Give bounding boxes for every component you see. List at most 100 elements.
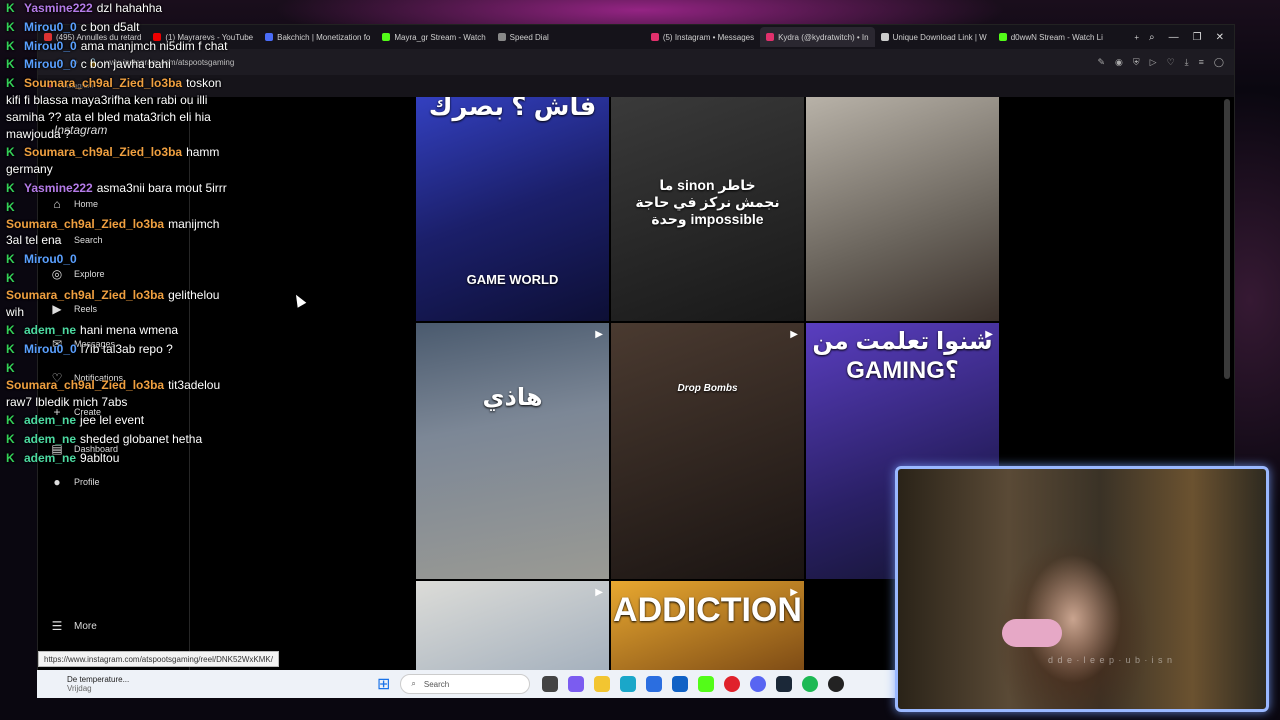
chat-username[interactable]: Soumara_ch9al_Zied_lo3ba [24,145,182,159]
ig-nav-label: Profile [74,477,100,487]
chat-username[interactable]: Mirou0_0 [24,20,77,34]
kick-badge-icon: K [6,19,15,34]
play-icon[interactable]: ▷ [1150,57,1157,68]
reel-icon: ▶ [595,329,603,340]
steam-icon[interactable] [776,676,793,692]
camera-icon[interactable]: ◉ [1115,57,1123,68]
kick-badge-icon: K [6,38,15,53]
chat-username[interactable]: Soumara_ch9al_Zied_lo3ba [6,378,164,392]
close-icon[interactable]: ✕ [1216,32,1224,43]
page-scrollbar[interactable] [1224,99,1230,379]
chat-username[interactable]: adem_ne [24,323,76,337]
new-tab-button[interactable]: + [1124,33,1149,42]
kick-badge-icon: K [6,270,15,285]
reel-caption: ما sinon خاطر نجمش نركز في حاجة وحدة imp… [635,177,780,227]
chat-username[interactable]: Mirou0_0 [24,39,77,53]
chat-username[interactable]: adem_ne [24,432,76,446]
chat-text: c bon jawha bahi [80,57,171,72]
reel-tile[interactable]: Drop Bombs ▶ [611,323,804,579]
windows-start-icon[interactable]: ⊞ [377,674,390,694]
chat-text: sheded globanet hetha [80,432,203,447]
browser-tab[interactable]: d0wwN Stream - Watch Li [993,27,1109,47]
chat-username[interactable]: Yasmine222 [24,1,93,15]
maximize-icon[interactable]: ❐ [1193,32,1202,43]
browser-tab[interactable]: Mayra_gr Stream - Watch [376,27,491,47]
edge-icon[interactable] [620,676,637,692]
kick-icon[interactable] [698,676,715,692]
search-tabs-icon[interactable]: ⌕ [1149,32,1155,43]
chat-message: KSoumara_ch9al_Zied_lo3ba manijmch 3al te… [6,199,236,249]
tab-label: d0wwN Stream - Watch Li [1010,32,1103,42]
kick-badge-icon: K [6,1,15,15]
browser-tab[interactable]: (5) Instagram • Messages [645,27,760,47]
profile-icon[interactable]: ◯ [1214,57,1224,68]
chat-message: Kadem_ne 9abltou [6,450,236,467]
chat-message: KSoumara_ch9al_Zied_lo3ba gelithelou wih [6,270,236,320]
reel-caption: Drop Bombs [677,383,738,394]
chat-message: K Mirou0_0 ama manjmch ni5dim f chat [6,38,236,55]
kick-badge-icon: K [6,57,15,72]
spotify-icon[interactable] [802,676,819,692]
shield-icon[interactable]: ⛨ [1133,57,1140,68]
more-icon: ☰ [51,619,63,633]
reel-caption: فاش ؟ بصرك [428,97,597,121]
chat-message: K Mirou0_0 l7ib tal3ab repo ? [6,341,236,358]
reel-icon: ▶ [595,587,603,598]
window-controls: ⌕ — ❐ ✕ [1149,32,1234,43]
ig-nav-profile[interactable]: ● Profile [50,475,100,489]
copilot-icon[interactable] [568,676,585,692]
weather-sub: Vrijdag [67,684,92,693]
menu-icon[interactable]: ≡ [1199,57,1204,68]
reel-icon: ▶ [790,587,798,598]
tab-label: Unique Download Link | W [892,32,987,42]
ig-nav-more[interactable]: ☰ More [50,619,97,633]
opera-icon[interactable] [724,676,741,692]
store-icon[interactable] [646,676,663,692]
edit-icon[interactable]: ✎ [1098,57,1106,68]
reel-tile[interactable]: فاش ؟ بصرك GAME WORLD [416,97,609,321]
weather-widget[interactable]: De temperature... Vrijdag [37,675,377,693]
discord-icon[interactable] [750,676,767,692]
browser-tab[interactable]: Kydra (@kydratwitch) • In [760,27,875,47]
reel-tile[interactable]: ما sinon خاطر نجمش نركز في حاجة وحدة imp… [611,97,804,321]
minimize-icon[interactable]: — [1169,32,1179,43]
url-field[interactable]: 🔒 www.instagram.com/atspootsgaming [88,58,1087,67]
kick-badge-icon: K [6,342,15,357]
search-placeholder: Search [423,679,450,689]
browser-tab[interactable]: Unique Download Link | W [875,27,993,47]
chat-username[interactable]: Yasmine222 [24,181,93,195]
outlook-icon[interactable] [672,676,689,692]
browser-tab[interactable]: Bakchich | Monetization fo [259,27,376,47]
toolbar-icons: ✎ ◉ ⛨ ▷ ♡ ⤓ ≡ ◯ [1098,57,1235,68]
reel-caption: هاذي [482,384,543,411]
download-icon[interactable]: ⤓ [1185,57,1189,68]
task-view-icon[interactable] [542,676,559,692]
reel-subcaption: GAME WORLD [466,272,559,287]
pinned-apps [542,676,845,692]
reel-tile[interactable] [806,97,999,321]
stream-chat: K Yasmine222 dzl hahahha K Mirou0_0 c bon d5a… [6,0,236,469]
chat-username[interactable]: Mirou0_0 [24,342,77,356]
chat-username[interactable]: Mirou0_0 [24,252,77,266]
reel-icon: ▶ [985,329,993,340]
obs-icon[interactable] [828,676,845,692]
tab-favicon-icon [650,33,659,41]
kick-badge-icon: K [6,323,15,338]
tab-label: (5) Instagram • Messages [662,32,755,42]
chat-message: K Soumara_ch9al_Zied_lo3ba hamm germany [6,144,236,178]
tab-label: Bakchich | Monetization fo [277,32,371,42]
chat-username[interactable]: Mirou0_0 [24,57,77,71]
chat-username[interactable]: adem_ne [24,451,76,465]
chat-username[interactable]: Soumara_ch9al_Zied_lo3ba [24,76,182,90]
heart-icon[interactable]: ♡ [1167,57,1175,68]
chat-username[interactable]: Soumara_ch9al_Zied_lo3ba [6,288,164,302]
chat-username[interactable]: Soumara_ch9al_Zied_lo3ba [6,217,164,231]
taskbar-search[interactable]: ⌕ Search [400,674,531,694]
tab-favicon-icon [497,33,506,41]
reel-tile[interactable]: هاذي ▶ [416,323,609,579]
webcam-overlay: d d e ∙ l e e p ∙ u b ∙ i s n [895,466,1269,712]
chat-username[interactable]: adem_ne [24,413,76,427]
chat-text: jee lel event [80,413,145,428]
browser-tab[interactable]: Speed Dial [492,27,555,47]
folder-icon[interactable] [594,676,611,692]
